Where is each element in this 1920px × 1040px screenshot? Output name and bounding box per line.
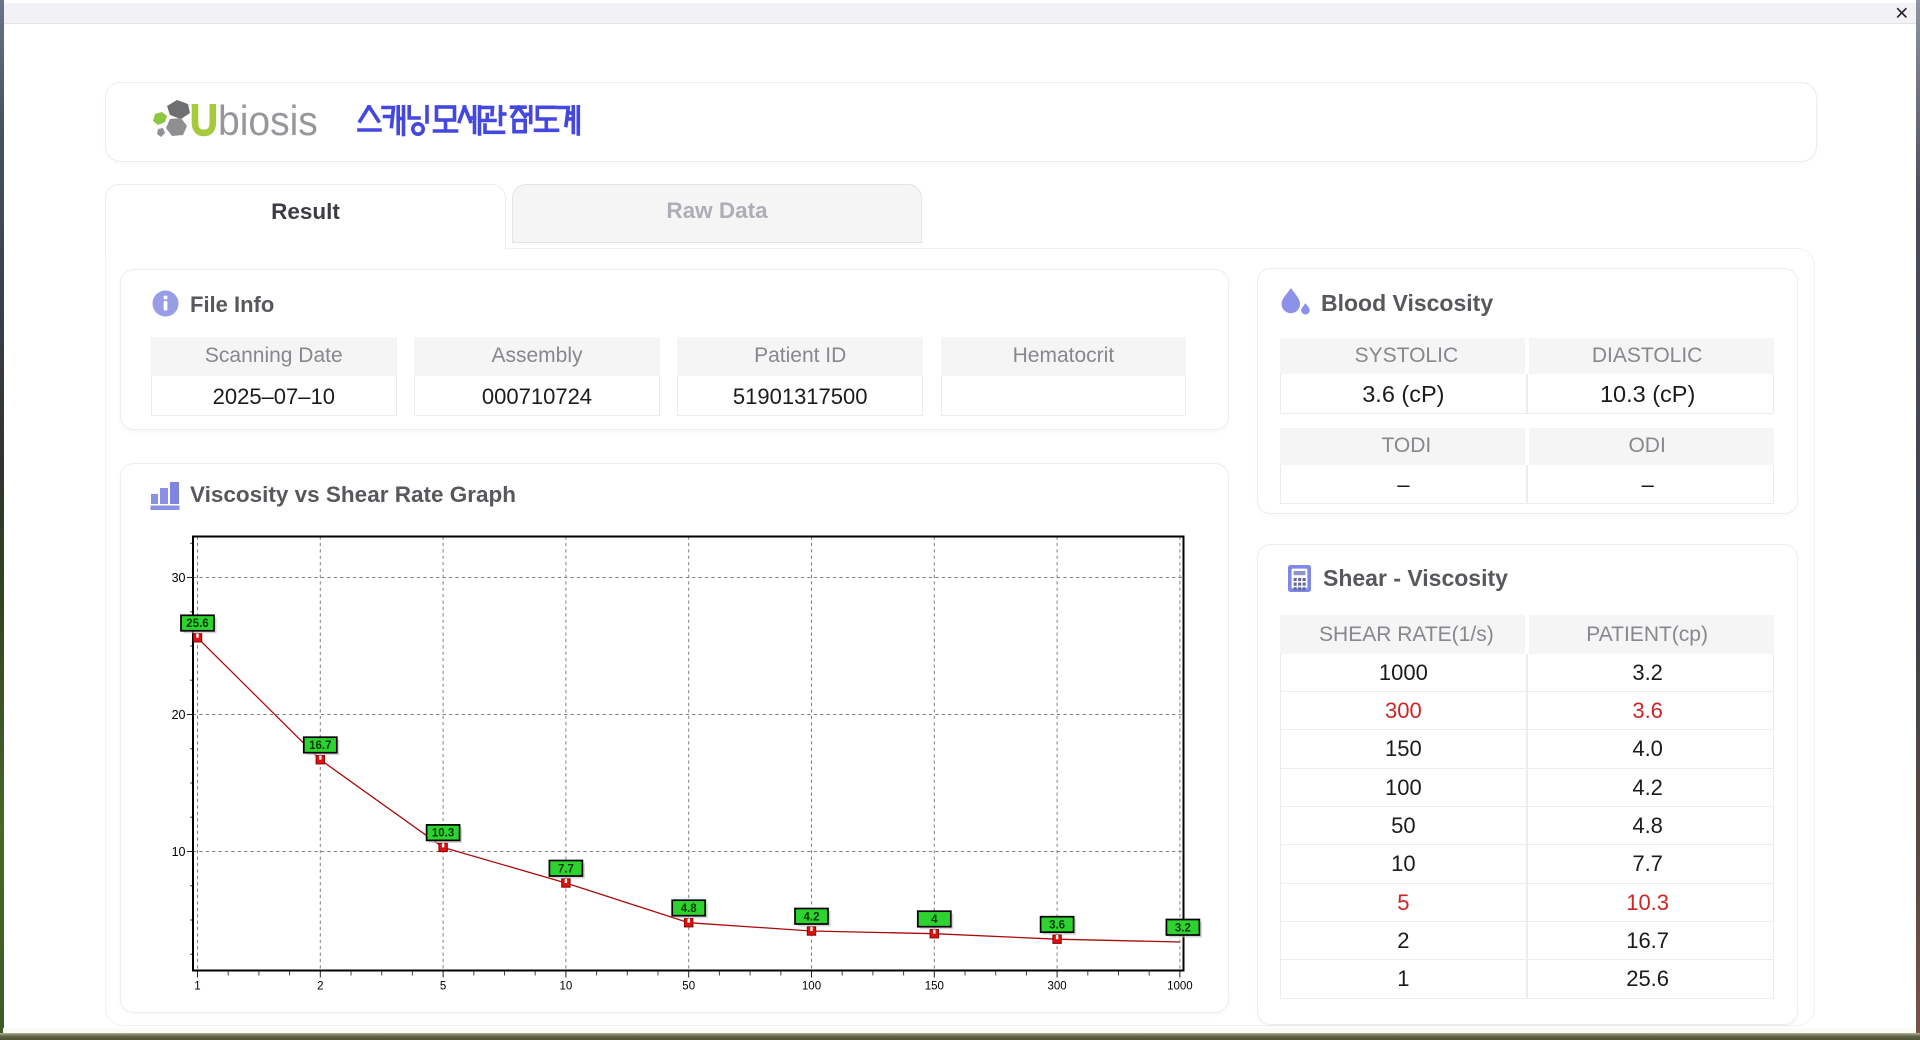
svg-text:4: 4 (931, 914, 938, 926)
svg-text:50: 50 (682, 981, 695, 993)
svg-text:10: 10 (172, 845, 186, 859)
svg-text:10.3: 10.3 (432, 828, 454, 840)
svg-text:30: 30 (172, 571, 186, 585)
svg-text:3.2: 3.2 (1175, 922, 1191, 934)
svg-text:20: 20 (172, 708, 186, 722)
svg-text:4.2: 4.2 (804, 911, 820, 923)
svg-text:1000: 1000 (1167, 981, 1193, 993)
svg-text:2: 2 (317, 981, 323, 993)
svg-text:100: 100 (802, 981, 821, 993)
svg-text:10: 10 (560, 981, 573, 993)
svg-text:3.6: 3.6 (1049, 920, 1065, 932)
svg-text:150: 150 (925, 981, 944, 993)
svg-text:16.7: 16.7 (309, 740, 331, 752)
svg-text:5: 5 (440, 981, 446, 993)
svg-text:1: 1 (194, 981, 200, 993)
svg-text:biosis: biosis (218, 97, 318, 144)
svg-text:300: 300 (1048, 981, 1067, 993)
svg-text:7.7: 7.7 (558, 863, 574, 875)
svg-text:25.6: 25.6 (186, 618, 208, 630)
svg-text:4.8: 4.8 (681, 903, 698, 915)
